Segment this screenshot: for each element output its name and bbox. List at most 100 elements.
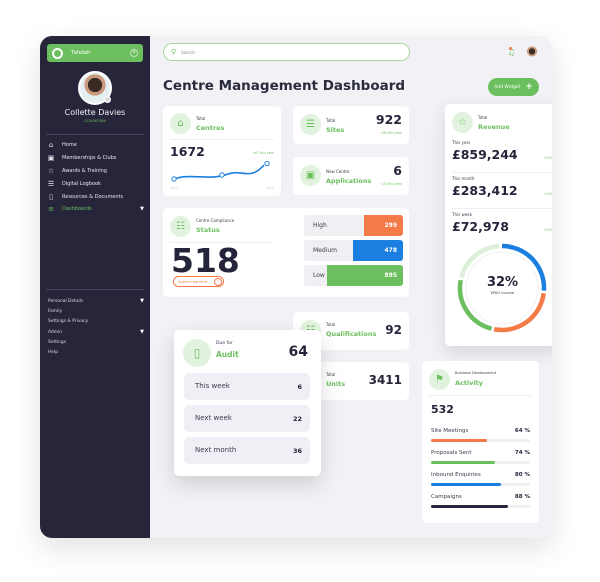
sidebar-item-label: Settings & Privacy — [48, 319, 89, 325]
activity-percent: 88 % — [514, 494, 530, 500]
sidebar-item-label: Digital Logbook — [62, 180, 101, 187]
brand-switcher[interactable]: Tahdah + — [47, 44, 143, 62]
id-card-icon: ▣ — [300, 165, 321, 186]
progress-fill — [431, 439, 487, 442]
applications-card[interactable]: ▣ New Centre Applications 6 +22 this yea… — [293, 157, 409, 195]
spark-end-label: 2025 — [265, 186, 274, 190]
compliance-bar-low[interactable]: Low 895 — [304, 265, 403, 286]
card-title: Revenue — [478, 123, 510, 131]
chevron-down-icon[interactable]: ▼ — [140, 329, 144, 335]
revenue-amount: £859,244 — [452, 147, 518, 162]
audit-row[interactable]: This week 6 — [184, 373, 310, 400]
search-icon: ⚲ — [171, 48, 177, 56]
compliance-level-label: High — [313, 222, 327, 229]
page-title: Centre Management Dashboard — [163, 78, 406, 94]
sidebar-item-family[interactable]: Family — [48, 306, 144, 316]
compliance-level-label: Low — [313, 272, 325, 279]
user-id: 1234567890 — [83, 119, 107, 123]
search-input[interactable]: ⚲ Search — [163, 43, 410, 61]
centres-card[interactable]: ⌂ Total Centres 1672 +67 this year 2022 … — [163, 106, 281, 196]
card-title: Centres — [196, 124, 225, 132]
sidebar-item-awards[interactable]: ☆ Awards & Training — [46, 165, 144, 178]
activity-row[interactable]: Proposals Sent 74 % — [431, 450, 530, 466]
activity-row[interactable]: Inbound Enquiries 80 % — [431, 472, 530, 488]
card-caption: New Centre — [326, 169, 350, 174]
sidebar-item-settings[interactable]: Settings — [48, 337, 144, 347]
units-value: 3411 — [368, 373, 402, 387]
revenue-amount: £72,978 — [452, 219, 509, 234]
chevron-down-icon[interactable]: ▼ — [140, 298, 144, 304]
sites-card[interactable]: ☰ Total Sites 922 +85 this year — [293, 106, 409, 144]
sidebar-item-resources[interactable]: ▯ Resources & Documents — [46, 190, 144, 203]
activity-label: Inbound Enquiries — [431, 472, 481, 478]
audit-period-label: Next week — [195, 414, 232, 422]
sites-value: 922 — [375, 112, 402, 127]
revenue-delta: +10% — [543, 156, 552, 160]
activity-row[interactable]: Campaigns 88 % — [431, 494, 530, 510]
centres-sparkline — [171, 161, 270, 182]
sidebar-item-dashboards[interactable]: ≡ Dashboards ▼ — [46, 203, 144, 216]
audit-count: 22 — [292, 415, 302, 423]
sidebar-item-home[interactable]: ⌂ Home — [46, 139, 144, 152]
progress-fill — [431, 461, 496, 464]
donut-value: 32% — [486, 275, 519, 290]
sidebar-item-personal-details[interactable]: Personal Details ▼ — [48, 296, 144, 306]
activity-percent: 80 % — [514, 472, 530, 478]
sidebar-item-label: Awards & Training — [62, 167, 107, 174]
revenue-card[interactable]: ☆ Total Revenue This year £859,244 +10% Thi… — [445, 104, 552, 346]
dashboard-icon: ≡ — [48, 205, 54, 214]
bookmark-icon: ▯ — [183, 339, 211, 367]
compliance-bar-medium[interactable]: Medium 478 — [304, 240, 403, 261]
star-icon: ☆ — [47, 166, 55, 175]
sidebar-item-label: Dashboards — [62, 206, 92, 213]
action-required-button[interactable]: Action required › — [173, 276, 224, 287]
brand-add-icon[interactable]: + — [130, 49, 138, 57]
card-caption: Total — [326, 118, 336, 123]
sidebar-item-logbook[interactable]: ☰ Digital Logbook — [46, 177, 144, 190]
sidebar-item-label: Resources & Documents — [62, 193, 124, 200]
revenue-period-label: This week — [452, 212, 472, 217]
card-title: Units — [326, 380, 346, 388]
add-widget-button[interactable]: Add Widget + — [488, 78, 539, 96]
header-avatar[interactable] — [526, 46, 538, 58]
card-title: Qualifications — [326, 330, 377, 338]
brand-logo-icon — [52, 47, 63, 59]
activity-card[interactable]: ⚑ Business Development Activity 532 Site… — [422, 361, 539, 523]
sidebar: Tahdah + Collette Davies 1234567890 ⌂ Hom… — [40, 36, 150, 538]
card-caption: Total — [326, 372, 336, 377]
home-icon: ⌂ — [48, 141, 54, 150]
divider — [452, 208, 552, 209]
activity-value: 532 — [431, 403, 454, 416]
sidebar-item-memberships[interactable]: ▣ Memberships & Clubs — [46, 152, 144, 165]
sidebar-item-label: Home — [62, 142, 77, 149]
card-title: Activity — [455, 379, 484, 387]
audit-row[interactable]: Next month 36 — [184, 437, 310, 464]
compliance-level-value: 478 — [353, 240, 403, 261]
sidebar-item-label: Settings — [48, 339, 67, 345]
sidebar-item-admin[interactable]: Admin ▼ — [48, 327, 144, 337]
status-indicator — [104, 96, 111, 103]
chevron-down-icon[interactable]: ▼ — [140, 206, 144, 212]
progress-track — [431, 439, 530, 442]
sidebar-item-settings-privacy[interactable]: Settings & Privacy — [48, 317, 144, 327]
divider — [170, 139, 274, 140]
progress-track — [431, 483, 530, 486]
audit-count: 36 — [292, 447, 302, 455]
sparkline-path — [173, 164, 265, 180]
card-caption: Total — [326, 322, 336, 327]
card-title: Audit — [216, 350, 239, 359]
search-placeholder: Search — [181, 49, 195, 55]
activity-row[interactable]: Site Meetings 64 % — [431, 428, 530, 444]
card-caption: Total — [196, 116, 206, 121]
plus-icon: + — [525, 82, 533, 92]
audit-period-label: This week — [195, 382, 230, 390]
compliance-bar-high[interactable]: High 299 — [304, 215, 403, 236]
divider — [46, 289, 144, 290]
audit-row[interactable]: Next week 22 — [184, 405, 310, 432]
sidebar-item-label: Family — [48, 308, 63, 314]
audit-card[interactable]: ▯ Due for Audit 64 This week 6 Next week 22… — [174, 330, 321, 476]
centres-value: 1672 — [170, 144, 205, 159]
progress-track — [431, 461, 530, 464]
sidebar-item-help[interactable]: Help — [48, 347, 144, 357]
audit-count: 6 — [297, 383, 302, 391]
